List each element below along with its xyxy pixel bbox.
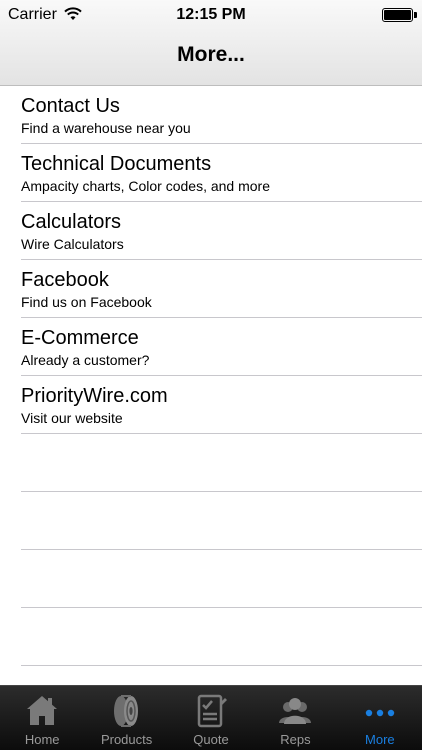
menu-item-subtitle: Find us on Facebook <box>21 294 152 310</box>
empty-row <box>21 550 422 608</box>
menu-item-calculators[interactable]: Calculators Wire Calculators <box>21 202 422 260</box>
menu-item-technical-documents[interactable]: Technical Documents Ampacity charts, Col… <box>21 144 422 202</box>
battery-icon <box>382 8 413 22</box>
more-menu-list: Contact Us Find a warehouse near you Tec… <box>0 86 422 666</box>
battery-tip <box>414 12 417 18</box>
menu-item-subtitle: Visit our website <box>21 410 123 426</box>
tab-products[interactable]: Products <box>84 686 168 750</box>
tab-label: Products <box>100 732 153 747</box>
menu-item-subtitle: Find a warehouse near you <box>21 120 191 136</box>
menu-item-subtitle: Wire Calculators <box>21 236 124 252</box>
status-bar: Carrier 12:15 PM <box>0 0 422 32</box>
menu-item-title: Contact Us <box>21 95 120 117</box>
menu-item-subtitle: Ampacity charts, Color codes, and more <box>21 178 270 194</box>
header: Carrier 12:15 PM More... <box>0 0 422 86</box>
more-dots-icon <box>365 709 395 717</box>
tab-label: More <box>365 732 395 747</box>
menu-item-title: Technical Documents <box>21 153 212 175</box>
tab-home[interactable]: Home <box>0 686 84 750</box>
page-title: More... <box>177 43 245 66</box>
menu-item-title: Facebook <box>21 269 109 291</box>
tab-more[interactable]: More <box>338 686 422 750</box>
tab-reps[interactable]: Reps <box>253 686 337 750</box>
people-icon <box>279 698 312 724</box>
menu-item-subtitle: Already a customer? <box>21 352 150 368</box>
menu-item-title: E-Commerce <box>21 327 139 349</box>
menu-item-title: Calculators <box>21 211 122 233</box>
tab-label: Quote <box>193 732 229 747</box>
tab-bar: Home Products Quote Reps More <box>0 685 422 750</box>
menu-item-contact-us[interactable]: Contact Us Find a warehouse near you <box>21 86 422 144</box>
menu-item-e-commerce[interactable]: E-Commerce Already a customer? <box>21 318 422 376</box>
tab-label: Home <box>24 732 60 747</box>
wire-spool-icon <box>113 695 138 727</box>
menu-item-title: PriorityWire.com <box>21 385 168 407</box>
empty-row <box>21 492 422 550</box>
menu-item-facebook[interactable]: Facebook Find us on Facebook <box>21 260 422 318</box>
empty-row <box>21 434 422 492</box>
tab-quote[interactable]: Quote <box>169 686 253 750</box>
menu-item-prioritywire[interactable]: PriorityWire.com Visit our website <box>21 376 422 434</box>
tab-label: Reps <box>280 732 311 747</box>
status-time: 12:15 PM <box>176 6 246 23</box>
quote-form-icon <box>197 694 228 728</box>
empty-row <box>21 608 422 666</box>
home-icon <box>27 696 58 725</box>
